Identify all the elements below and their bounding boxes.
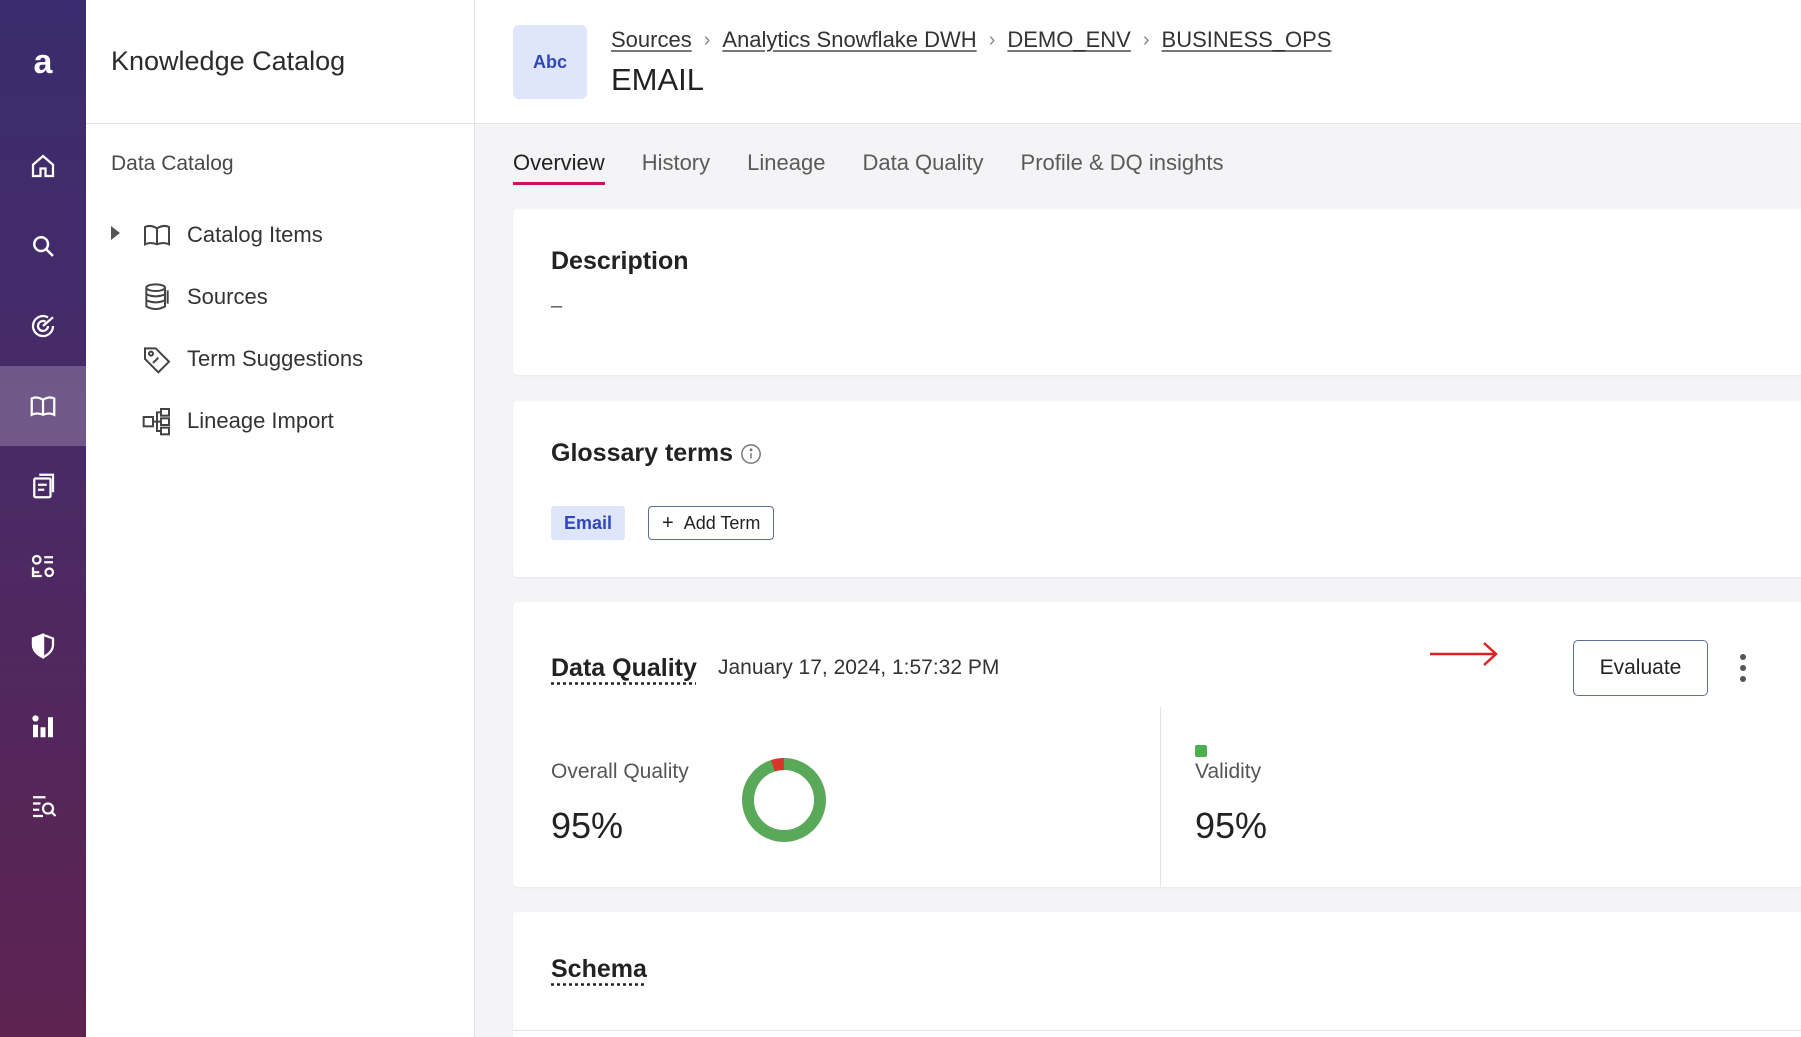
validity-value: 95% — [1195, 805, 1268, 846]
schema-card: Schema — [513, 912, 1801, 1037]
nav-item-label: Catalog Items — [187, 222, 323, 247]
evaluate-button[interactable]: Evaluate — [1573, 640, 1708, 696]
radar-icon[interactable] — [0, 286, 86, 366]
overall-quality-donut — [742, 758, 826, 842]
book-icon[interactable] — [0, 366, 86, 446]
validity-label: Validity — [1195, 760, 1262, 783]
nav-item-lineage-import[interactable]: Lineage Import — [141, 405, 334, 437]
book-icon — [144, 224, 170, 246]
hierarchy-icon — [142, 408, 170, 436]
nav-section-label: Data Catalog — [111, 152, 234, 175]
entity-header: Abc Sources › Analytics Snowflake DWH › … — [475, 0, 1801, 124]
data-quality-card: Data Quality January 17, 2024, 1:57:32 P… — [513, 602, 1801, 887]
search-doc-icon[interactable] — [0, 766, 86, 846]
tab-data-quality[interactable]: Data Quality — [862, 150, 983, 185]
tab-bar: Overview History Lineage Data Quality Pr… — [513, 150, 1260, 185]
nav-header: Knowledge Catalog — [86, 0, 474, 124]
schema-title[interactable]: Schema — [551, 955, 647, 984]
nav-title: Knowledge Catalog — [111, 46, 346, 76]
breadcrumb-schema[interactable]: BUSINESS_OPS — [1162, 27, 1332, 53]
overall-quality-label: Overall Quality — [551, 760, 689, 783]
catalog-nav: Knowledge Catalog Data Catalog Catalog I… — [86, 0, 475, 1037]
add-term-button[interactable]: + Add Term — [648, 506, 775, 540]
database-icon — [145, 283, 169, 310]
donut-good-arc — [742, 758, 826, 842]
data-quality-timestamp: January 17, 2024, 1:57:32 PM — [718, 656, 1000, 679]
type-badge: Abc — [513, 25, 587, 99]
breadcrumb: Sources › Analytics Snowflake DWH › DEMO… — [611, 27, 1331, 53]
glossary-term-chip[interactable]: Email — [551, 506, 626, 540]
tab-lineage[interactable]: Lineage — [747, 150, 825, 185]
chevron-right-icon: › — [1142, 28, 1150, 51]
description-title: Description — [551, 247, 689, 275]
expand-caret-icon[interactable] — [111, 226, 120, 240]
info-icon[interactable] — [740, 443, 762, 465]
tab-profile-dq-insights[interactable]: Profile & DQ insights — [1021, 150, 1224, 185]
app-logo[interactable]: a — [0, 44, 86, 80]
breadcrumb-database[interactable]: DEMO_ENV — [1007, 27, 1130, 53]
tag-icon — [144, 347, 171, 374]
glossary-title: Glossary terms — [551, 439, 734, 467]
app-rail: a — [0, 0, 86, 1037]
chevron-right-icon: › — [703, 28, 711, 51]
main-content: Abc Sources › Analytics Snowflake DWH › … — [475, 0, 1801, 1037]
nav-item-catalog-items[interactable]: Catalog Items — [111, 219, 323, 251]
home-icon[interactable] — [0, 126, 86, 206]
page-title: EMAIL — [611, 62, 705, 97]
tab-history[interactable]: History — [642, 150, 710, 185]
breadcrumb-sources[interactable]: Sources — [611, 27, 692, 53]
breadcrumb-source[interactable]: Analytics Snowflake DWH — [722, 27, 976, 53]
nav-item-label: Lineage Import — [187, 408, 334, 433]
description-value[interactable]: – — [551, 295, 562, 318]
description-card: Description – — [513, 209, 1801, 375]
glossary-card: Glossary terms Email + Add Term — [513, 401, 1801, 577]
bar-chart-icon[interactable] — [0, 686, 86, 766]
annotation-arrow-icon — [1430, 642, 1498, 666]
overall-quality-value: 95% — [551, 805, 624, 846]
shield-icon[interactable] — [0, 606, 86, 686]
more-options-icon[interactable] — [1738, 654, 1748, 684]
nav-item-label: Term Suggestions — [187, 346, 364, 371]
add-term-label: Add Term — [683, 512, 761, 533]
search-icon[interactable] — [0, 206, 86, 286]
chevron-right-icon: › — [988, 28, 996, 51]
grid-shapes-icon[interactable] — [0, 526, 86, 606]
divider — [513, 1030, 1801, 1031]
plus-icon: + — [662, 511, 674, 534]
tab-overview[interactable]: Overview — [513, 150, 605, 185]
nav-item-term-suggestions[interactable]: Term Suggestions — [141, 343, 363, 375]
validity-status-dot — [1195, 745, 1207, 757]
nav-item-sources[interactable]: Sources — [141, 281, 268, 313]
documents-icon[interactable] — [0, 446, 86, 526]
divider — [1160, 707, 1161, 887]
data-quality-title[interactable]: Data Quality — [551, 654, 697, 683]
nav-item-label: Sources — [187, 284, 268, 309]
